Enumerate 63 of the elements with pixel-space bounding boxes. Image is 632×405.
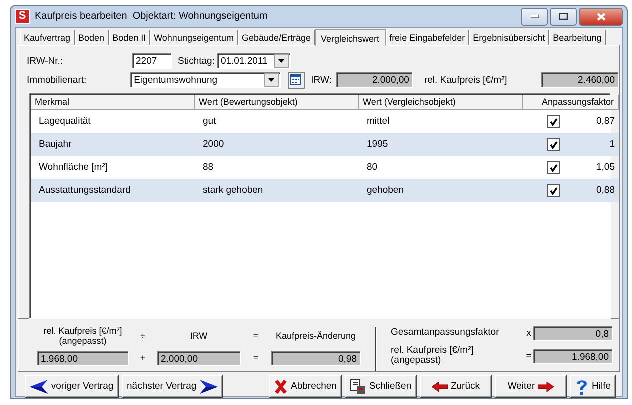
tab[interactable]: Boden xyxy=(74,30,109,45)
table-cell-text: 88 xyxy=(202,161,215,175)
tab[interactable]: Wohnungseigentum xyxy=(150,30,238,45)
action-button[interactable]: nächster Vertrag xyxy=(122,375,223,398)
field-label: IRW-Nr.: xyxy=(27,56,64,66)
table-cell-text: Wohnfläche [m²] xyxy=(38,161,109,175)
table-cell: 1995 xyxy=(359,133,523,156)
field-label: Stichtag: xyxy=(178,56,215,66)
action-button[interactable]: Weiter xyxy=(494,375,567,398)
field-label: rel. Kaufpreis [€/m²] xyxy=(424,74,508,86)
table-cell-text: Lagequalität xyxy=(38,115,92,129)
operator-sign: = xyxy=(252,353,260,363)
column-header[interactable]: Wert (Bewertungsobjekt) xyxy=(195,95,359,110)
column-label: rel. Kaufpreis [€/m²] (angepasst) xyxy=(42,326,124,346)
value-field: 0,8 xyxy=(533,326,613,340)
table-cell-text: 80 xyxy=(366,161,379,175)
column-header[interactable]: Anpassungsfaktor xyxy=(523,95,619,110)
value-field: 1.968,00 xyxy=(533,348,613,364)
action-button[interactable]: Hilfe xyxy=(570,375,616,398)
table-cell: stark gehoben xyxy=(195,179,359,202)
operator-sign: = xyxy=(525,350,533,362)
tab[interactable]: Ergebnisübersicht xyxy=(469,30,550,45)
field-label: Gesamtanpassungsfaktor xyxy=(391,328,500,338)
window-title: Kaufpreis bearbeiten Objektart: Wohnungseigentum xyxy=(35,11,269,22)
column-label: IRW xyxy=(189,331,209,341)
column-label: Kaufpreis-Änderung xyxy=(274,331,358,341)
tab[interactable]: Vergleichswert xyxy=(315,29,386,46)
action-button[interactable]: voriger Vertrag xyxy=(25,375,119,398)
tab[interactable]: Kaufvertrag xyxy=(20,30,75,45)
irw-field: 2.000,00 xyxy=(336,72,414,88)
operator-sign: + xyxy=(139,353,147,363)
table-cell-text: 0,87 xyxy=(596,115,615,129)
action-button[interactable]: Schließen xyxy=(344,375,417,398)
action-button[interactable]: Abbrechen xyxy=(268,375,342,398)
irw-number-field[interactable]: 2207 xyxy=(132,53,172,69)
value-field: 1.968,00 xyxy=(37,350,129,366)
field-label: rel. Kaufpreis [€/m²] (angepasst) xyxy=(391,346,475,366)
value-field: 2.000,00 xyxy=(157,350,241,366)
table-cell-text: 1,05 xyxy=(596,161,615,175)
column-header[interactable]: Wert (Vergleichsobjekt) xyxy=(359,95,523,110)
table-cell: Baujahr xyxy=(31,133,195,156)
tab[interactable]: Boden II xyxy=(108,30,150,45)
operator-sign: = xyxy=(252,331,260,341)
tab[interactable]: freie Eingabefelder xyxy=(386,30,470,45)
date-dropdown[interactable]: 01.01.2011 xyxy=(216,53,291,69)
table-cell: Ausstattungsstandard xyxy=(31,179,195,202)
operator-sign: ÷ xyxy=(140,331,146,341)
tab[interactable]: Bearbeitung xyxy=(549,30,606,45)
column-header[interactable]: Merkmal xyxy=(31,95,195,110)
action-button[interactable]: Zurück xyxy=(420,375,492,398)
field-label: IRW: xyxy=(311,74,333,86)
field-label: Immobilienart: xyxy=(27,74,88,86)
property-type-dropdown[interactable]: Eigentumswohnung xyxy=(130,72,282,88)
table-cell: 2000 xyxy=(195,133,359,156)
app-icon: S xyxy=(15,9,30,24)
price-field: 2.460,00 xyxy=(541,72,619,88)
value-field: 0,98 xyxy=(271,350,361,366)
operator-sign: x xyxy=(526,328,532,338)
table-cell-text: mittel xyxy=(366,115,391,129)
table-cell: gehoben xyxy=(359,179,523,202)
table-cell-text: 1 xyxy=(610,138,615,152)
table-cell-text: 0,88 xyxy=(596,184,615,198)
table-cell-text: gut xyxy=(202,115,218,129)
